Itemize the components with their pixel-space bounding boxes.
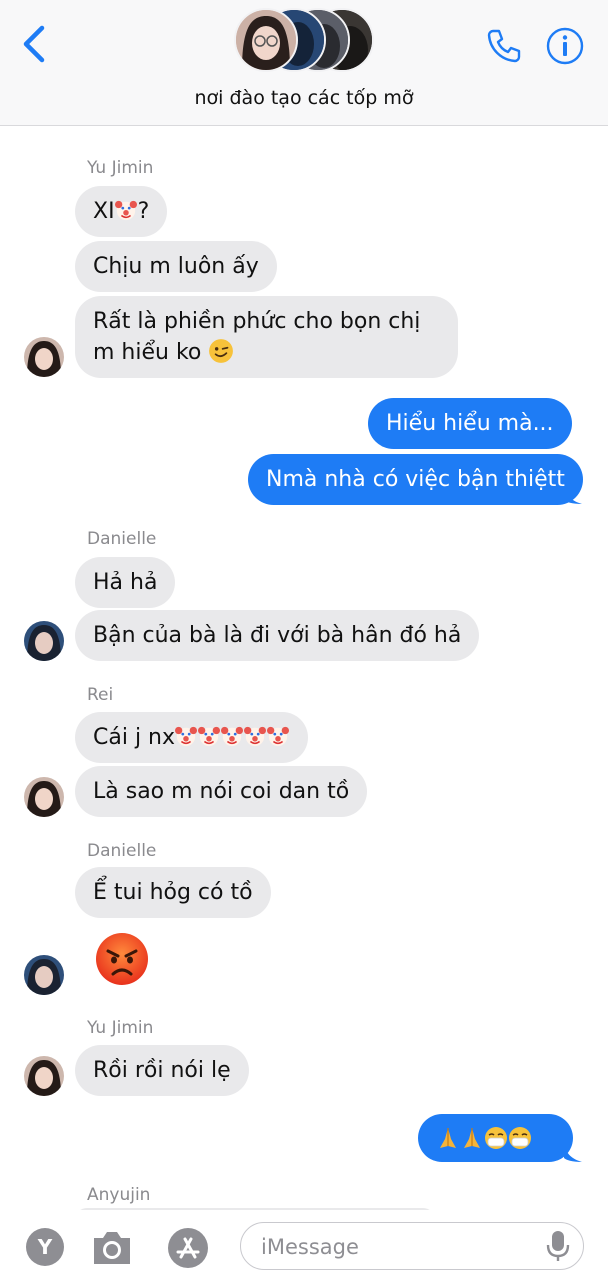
clown-emoji (221, 726, 244, 747)
avatar[interactable] (24, 1056, 64, 1096)
conversation-header: nơi đào tạo các tốp mỡ (0, 0, 608, 126)
message-input-bar: Y (0, 1210, 608, 1280)
message-bubble[interactable]: Cái j nx (75, 712, 309, 763)
message-bubble[interactable]: Chịu m luôn ấy (75, 241, 277, 292)
message-text: Ể tui hỏg có tồ (93, 880, 253, 905)
message-text: Là sao m nói coi dan tồ (93, 779, 350, 804)
message-input[interactable] (259, 1231, 533, 1263)
app-store-button[interactable] (164, 1226, 212, 1270)
mask-face-emoji (485, 1127, 507, 1149)
message-bubble[interactable]: Hả hả (75, 557, 176, 608)
sender-name: Anyujin (87, 1185, 151, 1205)
folded-hands-emoji (440, 1128, 456, 1148)
message-bubble[interactable]: Bận của bà là đi với bà hân đó hả (75, 610, 480, 661)
mask-face-emoji (509, 1127, 531, 1149)
message-text: XI (93, 199, 115, 224)
message-bubble[interactable]: Nmà nhà có việc bận thiệtt (248, 454, 583, 505)
message-text: Rất là phiền phức cho bọn chị m hiểu ko (93, 309, 421, 365)
app-store-icon (168, 1228, 208, 1268)
message-text-suffix: ? (137, 199, 150, 224)
sender-name: Rei (87, 685, 114, 705)
avatar (234, 8, 298, 72)
avatar[interactable] (24, 777, 64, 817)
message-bubble[interactable]: Rồi rồi nói lẹ (75, 1045, 249, 1096)
message-bubble[interactable]: XI? (75, 186, 168, 237)
message-text: Nmà nhà có việc bận thiệtt (266, 467, 565, 492)
sender-name: Danielle (87, 841, 157, 861)
bubble-tail (564, 1144, 582, 1162)
sender-name: Yu Jimin (87, 158, 154, 178)
message-text: Rồi rồi nói lẹ (93, 1058, 231, 1083)
group-avatars[interactable] (234, 8, 374, 76)
message-field[interactable] (240, 1222, 584, 1270)
clown-emoji (267, 726, 290, 747)
message-bubble[interactable]: Ể tui hỏg có tồ (75, 867, 271, 918)
message-text: Bận của bà là đi với bà hân đó hả (93, 623, 462, 648)
bubble-tail (564, 486, 582, 504)
sender-name: Danielle (87, 529, 157, 549)
message-text: Hiểu hiểu mà... (386, 411, 554, 436)
camera-button[interactable] (90, 1228, 134, 1268)
wink-emoji (209, 339, 234, 363)
dictation-button[interactable] (543, 1229, 573, 1263)
avatar[interactable] (24, 621, 64, 661)
app-button[interactable]: Y (26, 1228, 64, 1266)
info-icon (546, 27, 584, 65)
clown-emoji (114, 200, 137, 221)
avatar[interactable] (24, 955, 64, 995)
microphone-icon (546, 1231, 570, 1261)
sender-name: Yu Jimin (87, 1018, 154, 1038)
angry-face-emoji[interactable] (95, 932, 149, 986)
chevron-left-icon (23, 25, 45, 63)
message-bubble[interactable]: Rất là phiền phức cho bọn chị m hiểu ko (75, 296, 458, 378)
camera-icon (94, 1232, 130, 1264)
message-bubble[interactable]: Là sao m nói coi dan tồ (75, 766, 368, 817)
avatar[interactable] (24, 337, 64, 377)
group-name[interactable]: nơi đào tạo các tốp mỡ (0, 87, 608, 109)
call-button[interactable] (484, 26, 524, 66)
back-button[interactable] (20, 22, 60, 66)
clown-emoji (244, 726, 267, 747)
info-button[interactable] (545, 26, 585, 66)
message-text: Chịu m luôn ấy (93, 254, 259, 279)
message-text: Hả hả (93, 570, 158, 595)
clown-emoji (198, 726, 221, 747)
message-bubble[interactable] (418, 1114, 573, 1162)
message-bubble[interactable]: Hiểu hiểu mà... (368, 398, 572, 449)
message-text: Cái j nx (93, 725, 176, 750)
folded-hands-emoji (464, 1128, 480, 1148)
phone-icon (487, 29, 521, 63)
clown-emoji (175, 726, 198, 747)
